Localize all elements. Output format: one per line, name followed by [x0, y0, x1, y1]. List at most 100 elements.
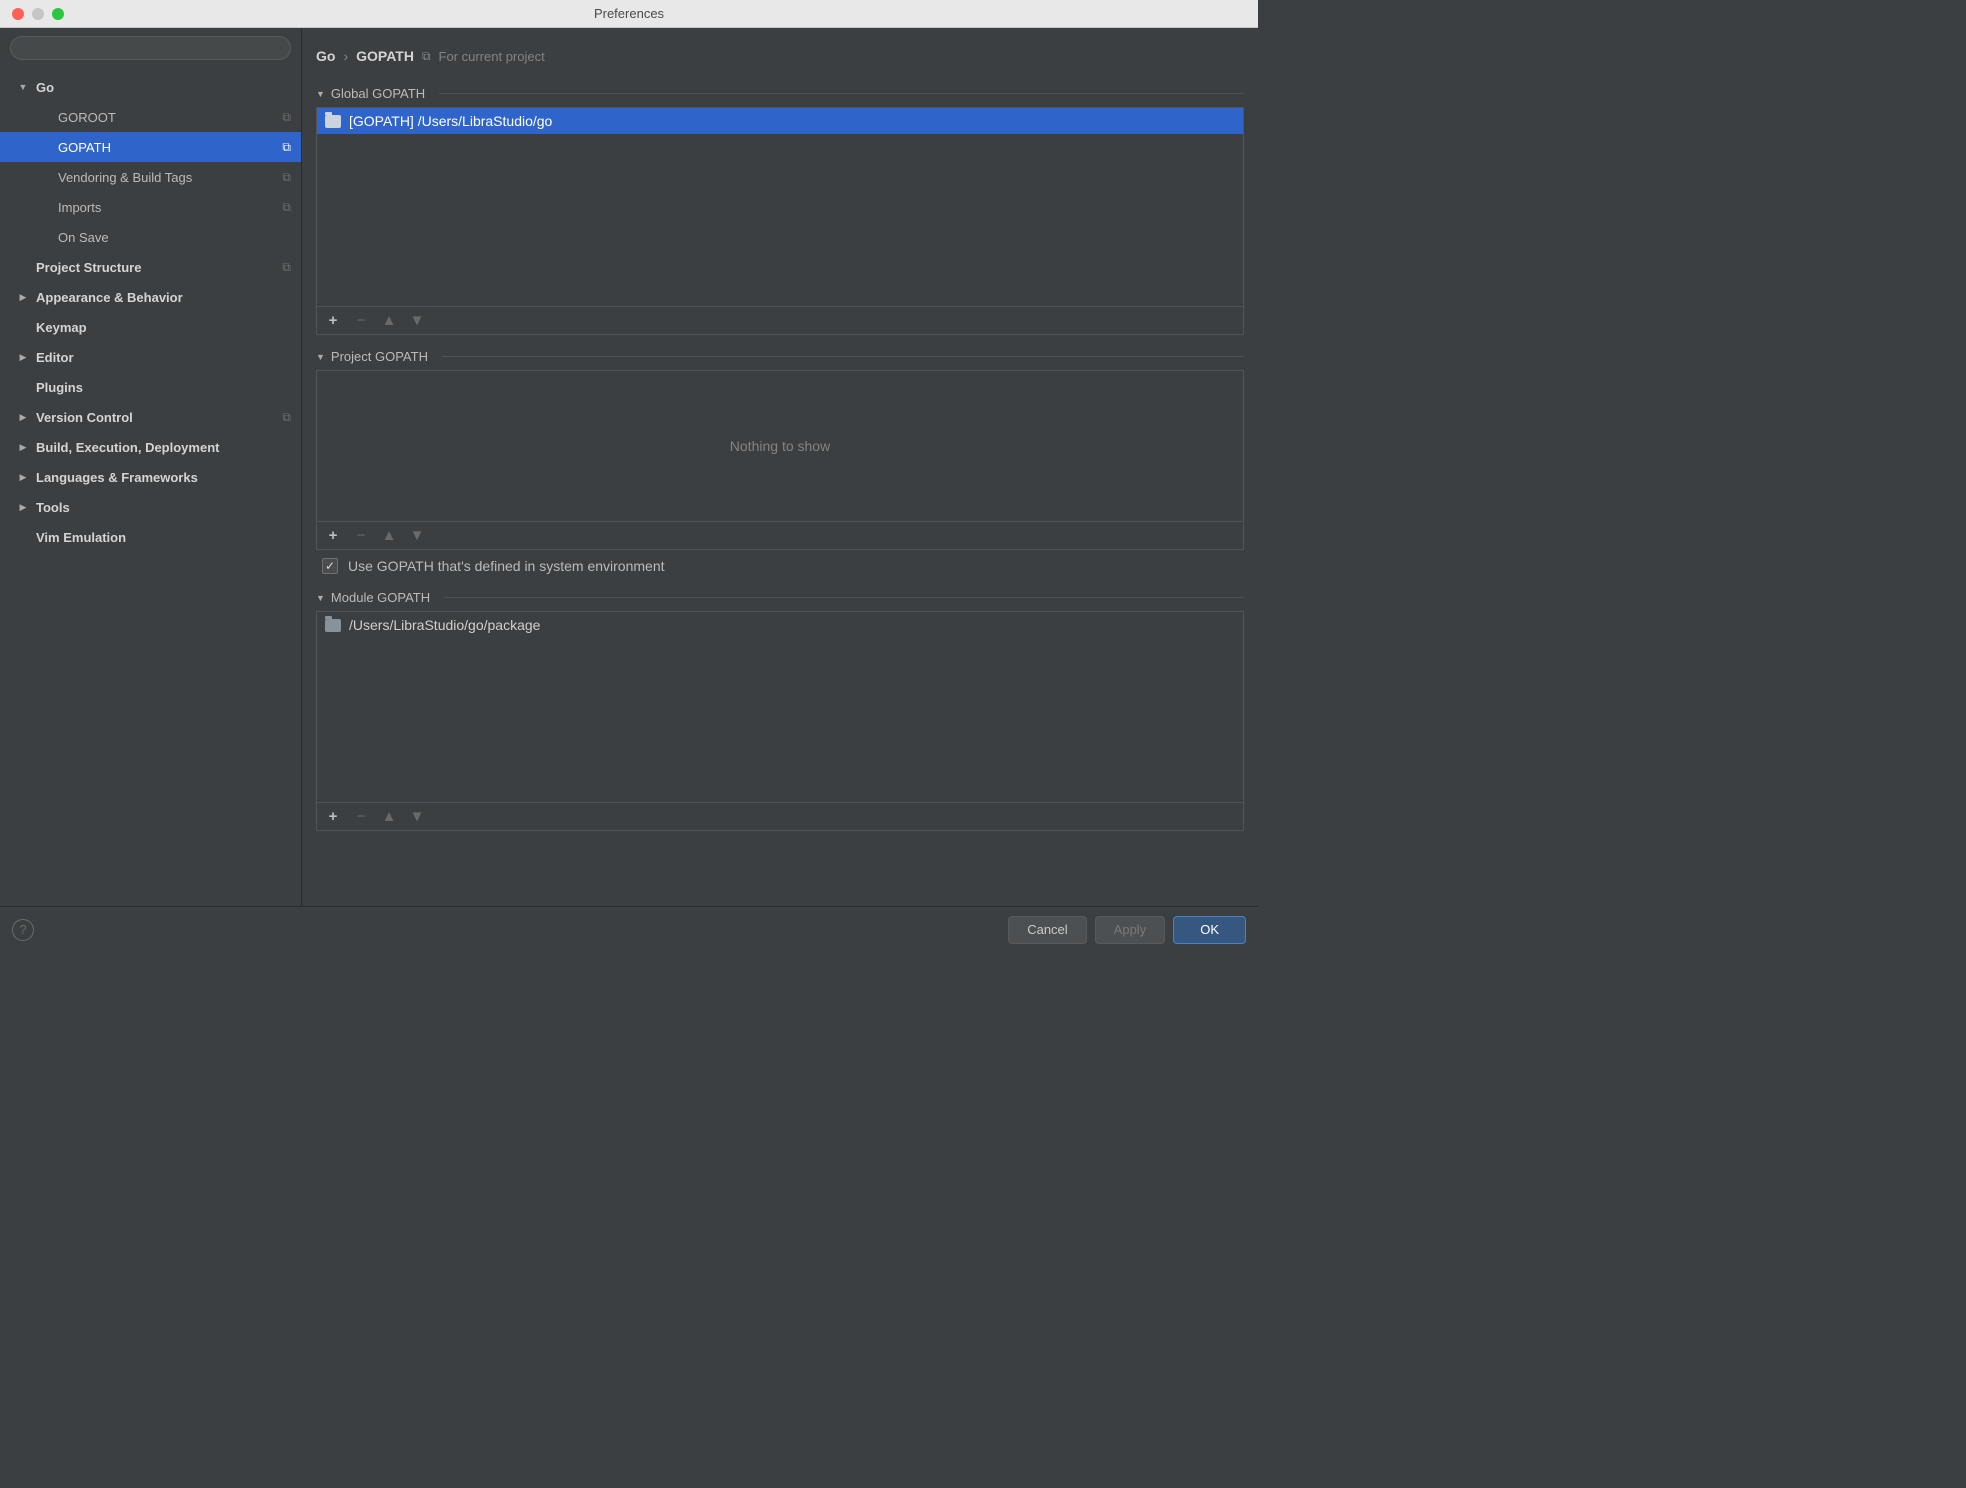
sidebar-item-label: Go — [36, 80, 291, 95]
title-bar: Preferences — [0, 0, 1258, 28]
list-item-label: [GOPATH] /Users/LibraStudio/go — [349, 113, 552, 129]
module-gopath-section: ▼ Module GOPATH /Users/LibraStudio/go/pa… — [316, 586, 1244, 831]
breadcrumb-parent: Go — [316, 48, 335, 64]
sidebar-item[interactable]: GOPATH⧉ — [0, 132, 301, 162]
maximize-window-button[interactable] — [52, 8, 64, 20]
sidebar-item-label: Tools — [36, 500, 291, 515]
sidebar-item[interactable]: Plugins — [0, 372, 301, 402]
chevron-down-icon: ▼ — [316, 89, 325, 99]
chevron-right-icon: ▶ — [16, 292, 30, 303]
sidebar-item-label: Version Control — [36, 410, 282, 425]
close-window-button[interactable] — [12, 8, 24, 20]
sidebar-item-label: Imports — [58, 200, 282, 215]
list-item[interactable]: /Users/LibraStudio/go/package — [317, 612, 1243, 638]
help-button[interactable]: ? — [12, 919, 34, 941]
sidebar-item[interactable]: ▶ Tools — [0, 492, 301, 522]
global-gopath-list[interactable]: [GOPATH] /Users/LibraStudio/go — [317, 108, 1243, 306]
folder-icon — [325, 115, 341, 128]
use-system-gopath-checkbox[interactable] — [322, 558, 338, 574]
copy-icon: ⧉ — [282, 260, 291, 275]
list-item[interactable]: [GOPATH] /Users/LibraStudio/go — [317, 108, 1243, 134]
sidebar-item-label: Vim Emulation — [36, 530, 291, 545]
add-button[interactable]: + — [325, 527, 341, 544]
module-gopath-list[interactable]: /Users/LibraStudio/go/package — [317, 612, 1243, 802]
section-header-global[interactable]: ▼ Global GOPATH — [316, 82, 1244, 105]
section-title: Project GOPATH — [331, 349, 428, 364]
sidebar-item[interactable]: GOROOT⧉ — [0, 102, 301, 132]
apply-button[interactable]: Apply — [1095, 916, 1166, 944]
sidebar-item-label: Keymap — [36, 320, 291, 335]
chevron-right-icon: ▶ — [16, 442, 30, 453]
ok-button[interactable]: OK — [1173, 916, 1246, 944]
search-input[interactable] — [10, 36, 291, 60]
move-up-button[interactable]: ▲ — [381, 312, 397, 329]
chevron-right-icon: ▶ — [16, 412, 30, 423]
sidebar-item-label: Editor — [36, 350, 291, 365]
empty-placeholder: Nothing to show — [317, 371, 1243, 521]
window-controls — [0, 8, 64, 20]
move-up-button[interactable]: ▲ — [381, 527, 397, 544]
sidebar-item[interactable]: On Save — [0, 222, 301, 252]
module-list-toolbar: + − ▲ ▼ — [317, 802, 1243, 830]
project-gopath-list[interactable]: Nothing to show — [317, 371, 1243, 521]
breadcrumb-separator: › — [343, 48, 348, 64]
add-button[interactable]: + — [325, 312, 341, 329]
scope-icon: ⧉ — [422, 49, 431, 64]
move-down-button[interactable]: ▼ — [409, 527, 425, 544]
sidebar-item-label: Appearance & Behavior — [36, 290, 291, 305]
section-title: Global GOPATH — [331, 86, 425, 101]
add-button[interactable]: + — [325, 808, 341, 825]
sidebar-item-label: Plugins — [36, 380, 291, 395]
sidebar-item[interactable]: ▶ Appearance & Behavior — [0, 282, 301, 312]
copy-icon: ⧉ — [282, 200, 291, 215]
sidebar-item-label: GOPATH — [58, 140, 282, 155]
sidebar: 🔍 ▼GoGOROOT⧉GOPATH⧉Vendoring & Build Tag… — [0, 28, 302, 906]
copy-icon: ⧉ — [282, 140, 291, 155]
use-system-gopath-row[interactable]: Use GOPATH that's defined in system envi… — [316, 550, 1244, 582]
sidebar-item[interactable]: Vim Emulation — [0, 522, 301, 552]
dialog-footer: ? Cancel Apply OK — [0, 906, 1258, 952]
section-header-project[interactable]: ▼ Project GOPATH — [316, 345, 1244, 368]
divider — [442, 356, 1244, 357]
sidebar-item[interactable]: Imports⧉ — [0, 192, 301, 222]
move-up-button[interactable]: ▲ — [381, 808, 397, 825]
sidebar-item[interactable]: ▶Build, Execution, Deployment — [0, 432, 301, 462]
minimize-window-button[interactable] — [32, 8, 44, 20]
sidebar-item[interactable]: Vendoring & Build Tags⧉ — [0, 162, 301, 192]
sidebar-item[interactable]: ▶ Languages & Frameworks — [0, 462, 301, 492]
sidebar-item-label: On Save — [58, 230, 291, 245]
chevron-right-icon: ▶ — [16, 502, 30, 513]
sidebar-item-label: Languages & Frameworks — [36, 470, 291, 485]
divider — [444, 597, 1244, 598]
chevron-right-icon: ▶ — [16, 352, 30, 363]
sidebar-item[interactable]: Project Structure⧉ — [0, 252, 301, 282]
remove-button[interactable]: − — [353, 312, 369, 329]
remove-button[interactable]: − — [353, 527, 369, 544]
sidebar-item[interactable]: Keymap — [0, 312, 301, 342]
divider — [439, 93, 1244, 94]
content-pane: Go › GOPATH ⧉ For current project ▼ Glob… — [302, 28, 1258, 906]
copy-icon: ⧉ — [282, 170, 291, 185]
global-list-toolbar: + − ▲ ▼ — [317, 306, 1243, 334]
sidebar-item[interactable]: ▶ Editor — [0, 342, 301, 372]
breadcrumb-current: GOPATH — [356, 48, 414, 64]
sidebar-item[interactable]: ▶Version Control⧉ — [0, 402, 301, 432]
cancel-button[interactable]: Cancel — [1008, 916, 1086, 944]
move-down-button[interactable]: ▼ — [409, 808, 425, 825]
chevron-down-icon: ▼ — [316, 593, 325, 603]
chevron-down-icon: ▼ — [16, 82, 30, 92]
global-gopath-section: ▼ Global GOPATH [GOPATH] /Users/LibraStu… — [316, 82, 1244, 335]
project-list-toolbar: + − ▲ ▼ — [317, 521, 1243, 549]
sidebar-item[interactable]: ▼ Go — [0, 72, 301, 102]
list-item-label: /Users/LibraStudio/go/package — [349, 617, 540, 633]
breadcrumb-scope: For current project — [439, 49, 545, 64]
settings-tree: ▼GoGOROOT⧉GOPATH⧉Vendoring & Build Tags⧉… — [0, 68, 301, 906]
chevron-right-icon: ▶ — [16, 472, 30, 483]
remove-button[interactable]: − — [353, 808, 369, 825]
folder-icon — [325, 619, 341, 632]
section-header-module[interactable]: ▼ Module GOPATH — [316, 586, 1244, 609]
project-gopath-section: ▼ Project GOPATH Nothing to show + − ▲ ▼ — [316, 345, 1244, 550]
window-title: Preferences — [594, 6, 664, 21]
section-title: Module GOPATH — [331, 590, 430, 605]
move-down-button[interactable]: ▼ — [409, 312, 425, 329]
